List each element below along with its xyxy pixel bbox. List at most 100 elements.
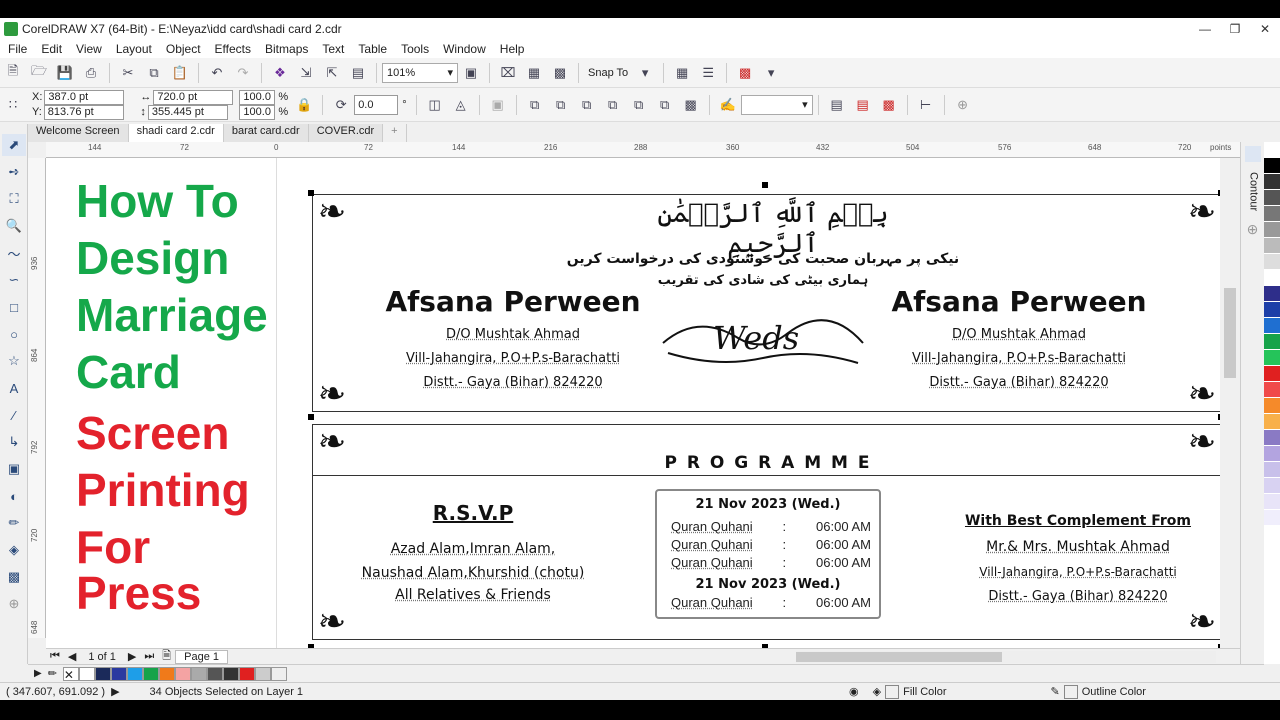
palette-swatch[interactable] (1264, 190, 1280, 206)
import-icon[interactable]: ⇲ (296, 63, 316, 83)
palette-swatch[interactable] (1264, 462, 1280, 478)
export-icon[interactable]: ⇱ (322, 63, 342, 83)
simplify-icon[interactable]: ⧉ (603, 95, 623, 115)
menu-layout[interactable]: Layout (109, 42, 159, 56)
options-icon[interactable]: ☰ (698, 63, 718, 83)
horizontal-ruler[interactable]: 144 72 0 72 144 216 288 360 432 504 576 … (46, 142, 1240, 158)
lock-ratio-icon[interactable]: 🔒 (294, 95, 314, 115)
save-icon[interactable]: 💾 (55, 63, 75, 83)
show-rulers-icon[interactable]: ⌧ (498, 63, 518, 83)
menu-object[interactable]: Object (159, 42, 208, 56)
palette-swatch[interactable] (1264, 382, 1280, 398)
menu-file[interactable]: File (0, 42, 34, 56)
color-proof-icon[interactable]: ◉ (849, 685, 859, 698)
palette-swatch[interactable] (1264, 446, 1280, 462)
palette-swatch[interactable] (1264, 366, 1280, 382)
page-tab[interactable]: Page 1 (175, 649, 229, 664)
smart-fill-icon[interactable]: ▩ (2, 566, 26, 588)
document-palette-swatch[interactable] (78, 666, 95, 681)
new-document-icon[interactable]: 🗎 (3, 63, 23, 83)
print-icon[interactable]: ⎙ (81, 63, 101, 83)
menu-bitmaps[interactable]: Bitmaps (258, 42, 315, 56)
show-grid-icon[interactable]: ▦ (524, 63, 544, 83)
play-icon[interactable]: ▶ (111, 685, 119, 698)
width-field[interactable]: 720.0 pt (153, 89, 234, 105)
add-tab-icon[interactable]: + (383, 124, 407, 142)
snap-to-dropdown[interactable]: Snap To (588, 67, 628, 79)
scroll-thumb[interactable] (796, 652, 1002, 662)
chevron-down-icon[interactable]: ▾ (635, 63, 655, 83)
palette-swatch[interactable] (1264, 302, 1280, 318)
publish-pdf-icon[interactable]: ▤ (348, 63, 368, 83)
tab-cover[interactable]: COVER.cdr (308, 124, 384, 142)
chevron-down-icon[interactable]: ▾ (761, 63, 781, 83)
restore-icon[interactable]: ❐ (1220, 18, 1250, 40)
previous-page-icon[interactable]: ◀ (68, 650, 76, 663)
tab-shadi-card-2[interactable]: shadi card 2.cdr (128, 124, 224, 142)
last-page-icon[interactable]: ⏭ (144, 650, 154, 663)
align-distribute-icon[interactable]: ▤ (827, 95, 847, 115)
outline-pen-icon[interactable]: ✍ (718, 95, 738, 115)
show-guidelines-icon[interactable]: ▩ (550, 63, 570, 83)
parallel-dimension-icon[interactable]: ∕ (2, 404, 26, 426)
vertical-scrollbar[interactable] (1220, 158, 1240, 648)
palette-swatch[interactable] (1264, 158, 1280, 174)
palette-menu-icon[interactable]: ▶ (34, 668, 42, 679)
drawing-canvas[interactable]: How To Design Marriage Card Screen Print… (46, 158, 1240, 648)
menu-view[interactable]: View (69, 42, 109, 56)
zoom-tool-icon[interactable]: 🔍 (2, 215, 26, 237)
palette-swatch[interactable] (1264, 350, 1280, 366)
palette-swatch[interactable] (1264, 238, 1280, 254)
document-palette-swatch[interactable] (142, 666, 159, 681)
minimize-icon[interactable]: — (1190, 18, 1220, 40)
paste-icon[interactable]: 📋 (170, 63, 190, 83)
zoom-level-combo[interactable]: 101% ▾ (382, 62, 458, 83)
undo-icon[interactable]: ↶ (207, 63, 227, 83)
palette-swatch[interactable] (1264, 174, 1280, 190)
palette-swatch[interactable] (1264, 222, 1280, 238)
document-palette-swatch[interactable] (126, 666, 143, 681)
scale-height-field[interactable]: 100.0 (239, 104, 276, 120)
scroll-thumb[interactable] (1224, 288, 1236, 378)
interactive-fill-icon[interactable]: ◈ (2, 539, 26, 561)
to-front-icon[interactable]: ▩ (879, 95, 899, 115)
front-minus-back-icon[interactable]: ⧉ (629, 95, 649, 115)
create-boundary-icon[interactable]: ▩ (681, 95, 701, 115)
polygon-tool-icon[interactable]: ☆ (2, 350, 26, 372)
selection-handle[interactable] (308, 190, 314, 196)
menu-window[interactable]: Window (436, 42, 493, 56)
first-page-icon[interactable]: ⏮ (50, 650, 60, 663)
add-docker-icon[interactable]: ⊕ (1245, 221, 1261, 237)
selection-handle[interactable] (762, 182, 768, 188)
close-icon[interactable]: ✕ (1250, 18, 1280, 40)
height-field[interactable]: 355.445 pt (147, 104, 228, 120)
freehand-tool-icon[interactable]: 〜 (2, 242, 26, 264)
palette-swatch[interactable] (1264, 206, 1280, 222)
add-tool-icon[interactable]: ⊕ (2, 593, 26, 615)
document-palette-swatch[interactable] (190, 666, 207, 681)
menu-edit[interactable]: Edit (34, 42, 69, 56)
document-palette-swatch[interactable] (254, 666, 271, 681)
palette-swatch[interactable] (1264, 318, 1280, 334)
document-palette-swatch[interactable] (158, 666, 175, 681)
no-color-swatch[interactable]: ✕ (62, 666, 79, 682)
menu-help[interactable]: Help (493, 42, 532, 56)
document-palette-swatch[interactable] (206, 666, 223, 681)
palette-swatch[interactable] (1264, 286, 1280, 302)
document-palette-swatch[interactable] (238, 666, 255, 681)
object-properties-icon[interactable] (1244, 146, 1261, 162)
palette-swatch[interactable] (1264, 398, 1280, 414)
group-icon[interactable]: ▣ (488, 95, 508, 115)
rotation-field[interactable]: 0.0 (354, 94, 399, 115)
menu-effects[interactable]: Effects (208, 42, 258, 56)
add-icon[interactable]: ⊕ (953, 95, 973, 115)
document-palette-swatch[interactable] (174, 666, 191, 681)
rectangle-tool-icon[interactable]: □ (2, 296, 26, 318)
artistic-media-icon[interactable]: ∽ (2, 269, 26, 291)
card-programme-section[interactable]: ❧ ❧ ❧ ❧ P R O G R A M M E R.S.V.P Azad A… (312, 422, 1223, 642)
shape-tool-icon[interactable]: ➺ (2, 161, 26, 183)
palette-swatch[interactable] (1264, 414, 1280, 430)
document-palette-swatch[interactable] (270, 666, 287, 681)
connector-tool-icon[interactable]: ↳ (2, 431, 26, 453)
rotation-icon[interactable]: ⟳ (331, 95, 351, 115)
